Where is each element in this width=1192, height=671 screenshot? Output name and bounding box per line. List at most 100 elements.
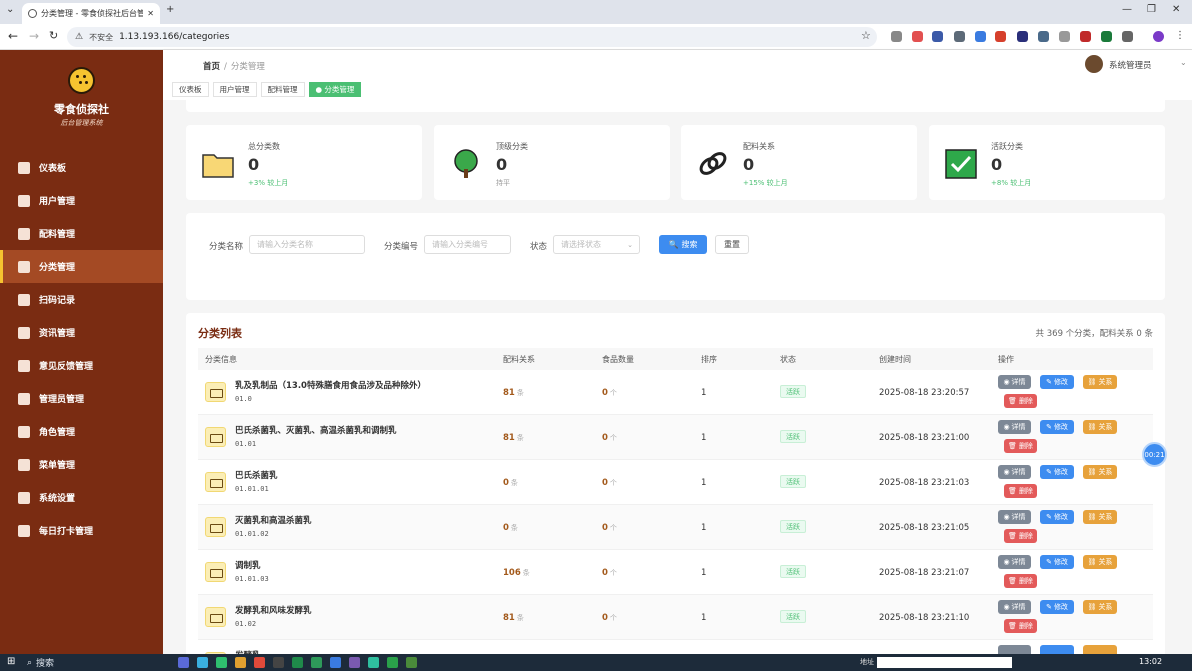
sidebar-item[interactable]: 资讯管理 bbox=[0, 316, 163, 349]
tab-tag[interactable]: 用户管理 bbox=[212, 82, 257, 97]
edit-button[interactable]: ✎ 修改 bbox=[1040, 465, 1074, 479]
code-input[interactable]: 请输入分类编号 bbox=[424, 235, 511, 254]
edit-button[interactable]: ✎ 修改 bbox=[1040, 375, 1074, 389]
reload-icon[interactable]: ↻ bbox=[49, 29, 58, 42]
taskbar-app-icon[interactable] bbox=[311, 657, 322, 668]
taskbar-app-icon[interactable] bbox=[368, 657, 379, 668]
windows-start-icon[interactable]: ⊞ bbox=[7, 656, 15, 667]
taskbar-app-icon[interactable] bbox=[292, 657, 303, 668]
delete-button[interactable]: 🗑 删除 bbox=[1004, 394, 1037, 408]
code-label: 分类编号 bbox=[384, 242, 419, 252]
delete-button[interactable]: 🗑 删除 bbox=[1004, 439, 1037, 453]
extension-shield-icon[interactable] bbox=[912, 31, 923, 42]
sidebar-item[interactable]: 仪表板 bbox=[0, 151, 163, 184]
sidebar-item[interactable]: 管理员管理 bbox=[0, 382, 163, 415]
edit-button[interactable]: ✎ 修改 bbox=[1040, 600, 1074, 614]
url-field[interactable]: ⚠ 不安全 1.13.193.166/categories bbox=[67, 27, 877, 47]
floating-timer-button[interactable]: 00:21 bbox=[1142, 442, 1167, 467]
sidebar-item[interactable]: 每日打卡管理 bbox=[0, 514, 163, 547]
relation-button[interactable]: ⛓ 关系 bbox=[1083, 510, 1117, 524]
profile-avatar-icon[interactable] bbox=[1153, 31, 1164, 42]
taskbar-app-icon[interactable] bbox=[216, 657, 227, 668]
forward-icon[interactable]: → bbox=[29, 29, 39, 43]
delete-button[interactable]: 🗑 删除 bbox=[1004, 484, 1037, 498]
relation-button[interactable]: ⛓ 关系 bbox=[1083, 555, 1117, 569]
extension-bird-icon[interactable] bbox=[1038, 31, 1049, 42]
taskbar-search[interactable]: ⌕ 搜索 bbox=[27, 656, 54, 670]
relation-button[interactable]: ⛓ 关系 bbox=[1083, 465, 1117, 479]
stat-trend: 持平 bbox=[496, 179, 510, 187]
sidebar-item[interactable]: 用户管理 bbox=[0, 184, 163, 217]
extension-badge-icon[interactable] bbox=[1017, 31, 1028, 42]
detail-button[interactable]: ◉ 详情 bbox=[998, 555, 1031, 569]
taskbar-chrome-icon[interactable] bbox=[254, 657, 265, 668]
edit-button[interactable] bbox=[1040, 645, 1074, 654]
tab-menu-icon[interactable]: ⌄ bbox=[6, 4, 14, 15]
extension-x-icon[interactable] bbox=[1059, 31, 1070, 42]
search-button[interactable]: 🔍 搜索 bbox=[659, 235, 707, 254]
extensions-puzzle-icon[interactable] bbox=[1122, 31, 1133, 42]
name-input[interactable]: 请输入分类名称 bbox=[249, 235, 365, 254]
detail-button[interactable]: ◉ 详情 bbox=[998, 375, 1031, 389]
relation-button[interactable]: ⛓ 关系 bbox=[1083, 600, 1117, 614]
minimize-button[interactable]: — bbox=[1122, 4, 1132, 15]
browser-menu-icon[interactable]: ⋮ bbox=[1175, 30, 1185, 41]
detail-button[interactable]: ◉ 详情 bbox=[998, 600, 1031, 614]
sidebar-item[interactable]: 系统设置 bbox=[0, 481, 163, 514]
user-name[interactable]: 系统管理员 bbox=[1109, 59, 1152, 71]
extension-translate-icon[interactable] bbox=[975, 31, 986, 42]
sidebar-item[interactable]: 意见反馈管理 bbox=[0, 349, 163, 382]
sidebar-item[interactable]: 扫码记录 bbox=[0, 283, 163, 316]
edit-button[interactable]: ✎ 修改 bbox=[1040, 510, 1074, 524]
relation-button[interactable]: ⛓ 关系 bbox=[1083, 375, 1117, 389]
tab-tag[interactable]: ● 分类管理 bbox=[308, 82, 362, 97]
extension-camera-icon[interactable] bbox=[891, 31, 902, 42]
taskbar-app-icon[interactable] bbox=[273, 657, 284, 668]
close-window-button[interactable]: ✕ bbox=[1172, 4, 1180, 15]
delete-button[interactable]: 🗑 删除 bbox=[1004, 529, 1037, 543]
extension-gear-icon[interactable] bbox=[932, 31, 943, 42]
sidebar-item[interactable]: 分类管理 bbox=[0, 250, 163, 283]
detail-button[interactable] bbox=[998, 645, 1031, 654]
status-select[interactable]: 请选择状态 ⌄ bbox=[553, 235, 640, 254]
taskbar-app-icon[interactable] bbox=[406, 657, 417, 668]
tab-tag[interactable]: 配料管理 bbox=[260, 82, 305, 97]
detail-button[interactable]: ◉ 详情 bbox=[998, 420, 1031, 434]
extension-copy-icon[interactable] bbox=[954, 31, 965, 42]
extension-pdf-icon[interactable] bbox=[1080, 31, 1091, 42]
delete-label: 删除 bbox=[1018, 532, 1033, 540]
reset-button[interactable]: 重置 bbox=[715, 235, 749, 254]
taskbar-address-input[interactable] bbox=[877, 657, 1012, 668]
taskbar-app-icon[interactable] bbox=[178, 657, 189, 668]
breadcrumb-home[interactable]: 首页 bbox=[203, 62, 220, 72]
sidebar-item[interactable]: 角色管理 bbox=[0, 415, 163, 448]
sidebar-item[interactable]: 菜单管理 bbox=[0, 448, 163, 481]
tab-close-icon[interactable]: ✕ bbox=[147, 9, 154, 18]
back-icon[interactable]: ← bbox=[8, 29, 18, 43]
chevron-down-icon[interactable]: ⌄ bbox=[1180, 58, 1187, 67]
tab-tag[interactable]: 仪表板 bbox=[172, 82, 209, 97]
taskbar-app-icon[interactable] bbox=[235, 657, 246, 668]
extension-z-icon[interactable] bbox=[995, 31, 1006, 42]
delete-button[interactable]: 🗑 删除 bbox=[1004, 619, 1037, 633]
taskbar-app-icon[interactable] bbox=[349, 657, 360, 668]
detail-button[interactable]: ◉ 详情 bbox=[998, 465, 1031, 479]
new-tab-button[interactable]: + bbox=[166, 4, 174, 15]
delete-button[interactable]: 🗑 删除 bbox=[1004, 574, 1037, 588]
sidebar-item[interactable]: 配料管理 bbox=[0, 217, 163, 250]
column-header: 分类信息 bbox=[205, 355, 237, 364]
relation-button[interactable]: ⛓ 关系 bbox=[1083, 420, 1117, 434]
edit-button[interactable]: ✎ 修改 bbox=[1040, 420, 1074, 434]
bookmark-star-icon[interactable]: ☆ bbox=[861, 29, 871, 42]
browser-tab[interactable]: 分类管理 - 零食侦探社后台管理 ✕ bbox=[22, 3, 160, 24]
taskbar-app-icon[interactable] bbox=[387, 657, 398, 668]
taskbar-app-icon[interactable] bbox=[197, 657, 208, 668]
maximize-button[interactable]: ❐ bbox=[1147, 4, 1156, 15]
user-avatar[interactable] bbox=[1085, 55, 1103, 73]
relation-button[interactable] bbox=[1083, 645, 1117, 654]
detail-button[interactable]: ◉ 详情 bbox=[998, 510, 1031, 524]
taskbar-app-icon[interactable] bbox=[330, 657, 341, 668]
edit-button[interactable]: ✎ 修改 bbox=[1040, 555, 1074, 569]
breadcrumb: 首页 / 分类管理 bbox=[203, 60, 265, 72]
extension-green-icon[interactable] bbox=[1101, 31, 1112, 42]
